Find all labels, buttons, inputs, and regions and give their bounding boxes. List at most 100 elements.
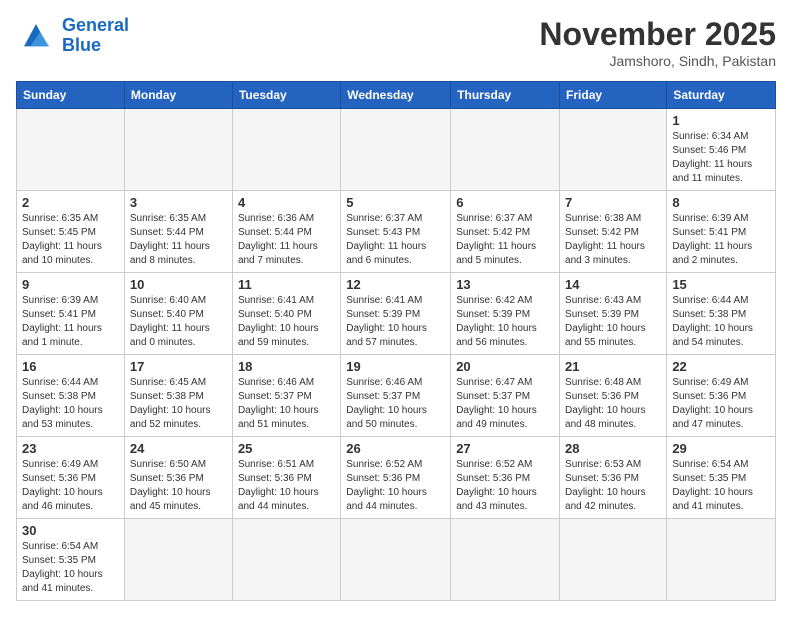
day-info: Sunrise: 6:49 AM Sunset: 5:36 PM Dayligh… — [22, 458, 119, 514]
calendar-cell: 25 Sunrise: 6:51 AM Sunset: 5:36 PM Dayli… — [232, 437, 340, 519]
calendar: SundayMondayTuesdayWednesdayThursdayFrid… — [16, 81, 776, 601]
day-number: 26 — [346, 441, 445, 456]
calendar-cell — [560, 109, 667, 191]
day-info: Sunrise: 6:37 AM Sunset: 5:42 PM Dayligh… — [456, 212, 554, 268]
day-number: 12 — [346, 277, 445, 292]
day-info: Sunrise: 6:43 AM Sunset: 5:39 PM Dayligh… — [565, 294, 661, 350]
calendar-cell: 2 Sunrise: 6:35 AM Sunset: 5:45 PM Daylig… — [17, 191, 125, 273]
day-info: Sunrise: 6:48 AM Sunset: 5:36 PM Dayligh… — [565, 376, 661, 432]
day-number: 4 — [238, 195, 335, 210]
week-row-5: 23 Sunrise: 6:49 AM Sunset: 5:36 PM Dayli… — [17, 437, 776, 519]
day-number: 25 — [238, 441, 335, 456]
day-info: Sunrise: 6:38 AM Sunset: 5:42 PM Dayligh… — [565, 212, 661, 268]
day-info: Sunrise: 6:40 AM Sunset: 5:40 PM Dayligh… — [130, 294, 227, 350]
calendar-cell: 16Sunrise: 6:44 AM Sunset: 5:38 PM Dayli… — [17, 355, 125, 437]
day-number: 20 — [456, 359, 554, 374]
day-info: Sunrise: 6:46 AM Sunset: 5:37 PM Dayligh… — [238, 376, 335, 432]
calendar-cell: 20 Sunrise: 6:47 AM Sunset: 5:37 PM Dayli… — [451, 355, 560, 437]
calendar-cell — [451, 519, 560, 601]
weekday-header-tuesday: Tuesday — [232, 82, 340, 109]
calendar-cell: 1Sunrise: 6:34 AM Sunset: 5:46 PM Daylig… — [667, 109, 776, 191]
day-number: 14 — [565, 277, 661, 292]
day-number: 21 — [565, 359, 661, 374]
calendar-cell — [667, 519, 776, 601]
calendar-cell: 15 Sunrise: 6:44 AM Sunset: 5:38 PM Dayli… — [667, 273, 776, 355]
day-number: 28 — [565, 441, 661, 456]
day-info: Sunrise: 6:54 AM Sunset: 5:35 PM Dayligh… — [672, 458, 770, 514]
title-area: November 2025 Jamshoro, Sindh, Pakistan — [539, 16, 776, 69]
calendar-cell — [124, 519, 232, 601]
day-number: 5 — [346, 195, 445, 210]
day-number: 23 — [22, 441, 119, 456]
day-info: Sunrise: 6:47 AM Sunset: 5:37 PM Dayligh… — [456, 376, 554, 432]
weekday-header-sunday: Sunday — [17, 82, 125, 109]
calendar-cell: 12 Sunrise: 6:41 AM Sunset: 5:39 PM Dayli… — [341, 273, 451, 355]
calendar-cell: 22 Sunrise: 6:49 AM Sunset: 5:36 PM Dayli… — [667, 355, 776, 437]
day-info: Sunrise: 6:54 AM Sunset: 5:35 PM Dayligh… — [22, 540, 119, 596]
day-info: Sunrise: 6:35 AM Sunset: 5:44 PM Dayligh… — [130, 212, 227, 268]
calendar-cell — [232, 519, 340, 601]
day-number: 7 — [565, 195, 661, 210]
logo: General Blue — [16, 16, 129, 56]
day-number: 13 — [456, 277, 554, 292]
day-number: 18 — [238, 359, 335, 374]
calendar-cell: 13 Sunrise: 6:42 AM Sunset: 5:39 PM Dayli… — [451, 273, 560, 355]
day-number: 11 — [238, 277, 335, 292]
calendar-cell: 4 Sunrise: 6:36 AM Sunset: 5:44 PM Daylig… — [232, 191, 340, 273]
day-info: Sunrise: 6:49 AM Sunset: 5:36 PM Dayligh… — [672, 376, 770, 432]
day-number: 3 — [130, 195, 227, 210]
calendar-cell: 28 Sunrise: 6:53 AM Sunset: 5:36 PM Dayli… — [560, 437, 667, 519]
day-number: 2 — [22, 195, 119, 210]
day-info: Sunrise: 6:35 AM Sunset: 5:45 PM Dayligh… — [22, 212, 119, 268]
day-info: Sunrise: 6:44 AM Sunset: 5:38 PM Dayligh… — [672, 294, 770, 350]
day-number: 29 — [672, 441, 770, 456]
day-info: Sunrise: 6:42 AM Sunset: 5:39 PM Dayligh… — [456, 294, 554, 350]
day-number: 8 — [672, 195, 770, 210]
calendar-cell: 29 Sunrise: 6:54 AM Sunset: 5:35 PM Dayli… — [667, 437, 776, 519]
calendar-cell: 6Sunrise: 6:37 AM Sunset: 5:42 PM Daylig… — [451, 191, 560, 273]
calendar-cell: 21 Sunrise: 6:48 AM Sunset: 5:36 PM Dayli… — [560, 355, 667, 437]
calendar-cell: 26Sunrise: 6:52 AM Sunset: 5:36 PM Dayli… — [341, 437, 451, 519]
day-number: 19 — [346, 359, 445, 374]
calendar-cell: 10 Sunrise: 6:40 AM Sunset: 5:40 PM Dayli… — [124, 273, 232, 355]
logo-icon — [16, 16, 56, 56]
week-row-4: 16Sunrise: 6:44 AM Sunset: 5:38 PM Dayli… — [17, 355, 776, 437]
day-info: Sunrise: 6:51 AM Sunset: 5:36 PM Dayligh… — [238, 458, 335, 514]
day-info: Sunrise: 6:37 AM Sunset: 5:43 PM Dayligh… — [346, 212, 445, 268]
day-number: 30 — [22, 523, 119, 538]
day-info: Sunrise: 6:41 AM Sunset: 5:39 PM Dayligh… — [346, 294, 445, 350]
location: Jamshoro, Sindh, Pakistan — [539, 53, 776, 69]
calendar-cell: 17Sunrise: 6:45 AM Sunset: 5:38 PM Dayli… — [124, 355, 232, 437]
calendar-cell: 3 Sunrise: 6:35 AM Sunset: 5:44 PM Daylig… — [124, 191, 232, 273]
day-info: Sunrise: 6:36 AM Sunset: 5:44 PM Dayligh… — [238, 212, 335, 268]
month-title: November 2025 — [539, 16, 776, 53]
day-number: 10 — [130, 277, 227, 292]
calendar-cell: 27 Sunrise: 6:52 AM Sunset: 5:36 PM Dayli… — [451, 437, 560, 519]
calendar-cell: 24Sunrise: 6:50 AM Sunset: 5:36 PM Dayli… — [124, 437, 232, 519]
logo-text: General Blue — [62, 16, 129, 56]
week-row-6: 30 Sunrise: 6:54 AM Sunset: 5:35 PM Dayli… — [17, 519, 776, 601]
day-info: Sunrise: 6:34 AM Sunset: 5:46 PM Dayligh… — [672, 130, 770, 186]
day-info: Sunrise: 6:41 AM Sunset: 5:40 PM Dayligh… — [238, 294, 335, 350]
day-info: Sunrise: 6:53 AM Sunset: 5:36 PM Dayligh… — [565, 458, 661, 514]
logo-blue: Blue — [62, 35, 101, 55]
day-number: 15 — [672, 277, 770, 292]
calendar-cell — [451, 109, 560, 191]
weekday-header-row: SundayMondayTuesdayWednesdayThursdayFrid… — [17, 82, 776, 109]
day-number: 24 — [130, 441, 227, 456]
week-row-3: 9Sunrise: 6:39 AM Sunset: 5:41 PM Daylig… — [17, 273, 776, 355]
header: General Blue November 2025 Jamshoro, Sin… — [16, 16, 776, 69]
weekday-header-thursday: Thursday — [451, 82, 560, 109]
calendar-cell: 8Sunrise: 6:39 AM Sunset: 5:41 PM Daylig… — [667, 191, 776, 273]
day-number: 27 — [456, 441, 554, 456]
calendar-cell — [341, 109, 451, 191]
calendar-cell — [124, 109, 232, 191]
calendar-cell: 23 Sunrise: 6:49 AM Sunset: 5:36 PM Dayli… — [17, 437, 125, 519]
day-number: 22 — [672, 359, 770, 374]
day-info: Sunrise: 6:46 AM Sunset: 5:37 PM Dayligh… — [346, 376, 445, 432]
weekday-header-friday: Friday — [560, 82, 667, 109]
day-info: Sunrise: 6:52 AM Sunset: 5:36 PM Dayligh… — [456, 458, 554, 514]
week-row-1: 1Sunrise: 6:34 AM Sunset: 5:46 PM Daylig… — [17, 109, 776, 191]
calendar-cell: 5 Sunrise: 6:37 AM Sunset: 5:43 PM Daylig… — [341, 191, 451, 273]
week-row-2: 2 Sunrise: 6:35 AM Sunset: 5:45 PM Daylig… — [17, 191, 776, 273]
